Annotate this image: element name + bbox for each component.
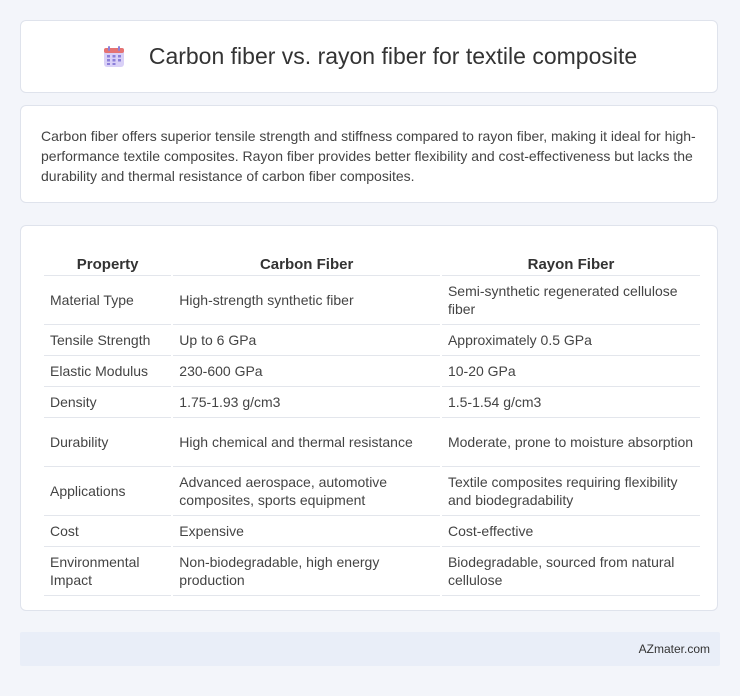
cell-rayon: Biodegradable, sourced from natural cell…: [441, 547, 700, 596]
cell-rayon: Approximately 0.5 GPa: [441, 325, 700, 356]
comparison-table: Property Carbon Fiber Rayon Fiber Materi…: [42, 243, 702, 596]
title-card: Carbon fiber vs. rayon fiber for textile…: [20, 20, 718, 93]
cell-property: Applications: [44, 467, 172, 516]
header-carbon-fiber: Carbon Fiber: [173, 243, 440, 276]
table-row: Density 1.75-1.93 g/cm3 1.5-1.54 g/cm3: [44, 387, 700, 418]
cell-carbon: Up to 6 GPa: [173, 325, 440, 356]
cell-carbon: High chemical and thermal resistance: [173, 418, 440, 467]
cell-carbon: High-strength synthetic fiber: [173, 276, 440, 325]
table-row: Material Type High-strength synthetic fi…: [44, 276, 700, 325]
cell-carbon: Expensive: [173, 516, 440, 547]
table-card: Property Carbon Fiber Rayon Fiber Materi…: [20, 225, 718, 611]
table-row: Environmental Impact Non-biodegradable, …: [44, 547, 700, 596]
cell-rayon: Cost-effective: [441, 516, 700, 547]
header-rayon-fiber: Rayon Fiber: [441, 243, 700, 276]
summary-card: Carbon fiber offers superior tensile str…: [20, 105, 718, 203]
cell-carbon: Advanced aerospace, automotive composite…: [173, 467, 440, 516]
cell-rayon: Textile composites requiring flexibility…: [441, 467, 700, 516]
table-row: Tensile Strength Up to 6 GPa Approximate…: [44, 325, 700, 356]
cell-rayon: 1.5-1.54 g/cm3: [441, 387, 700, 418]
cell-carbon: 230-600 GPa: [173, 356, 440, 387]
cell-rayon: 10-20 GPa: [441, 356, 700, 387]
footer-brand: AZmater.com: [638, 642, 710, 656]
table-header-row: Property Carbon Fiber Rayon Fiber: [44, 243, 700, 276]
cell-property: Environmental Impact: [44, 547, 172, 596]
cell-carbon: Non-biodegradable, high energy productio…: [173, 547, 440, 596]
header-property: Property: [44, 243, 172, 276]
cell-property: Tensile Strength: [44, 325, 172, 356]
footer: AZmater.com: [20, 632, 720, 666]
table-row: Durability High chemical and thermal res…: [44, 418, 700, 467]
cell-rayon: Moderate, prone to moisture absorption: [441, 418, 700, 467]
cell-carbon: 1.75-1.93 g/cm3: [173, 387, 440, 418]
page-title: Carbon fiber vs. rayon fiber for textile…: [148, 43, 638, 69]
table-row: Applications Advanced aerospace, automot…: [44, 467, 700, 516]
cell-property: Cost: [44, 516, 172, 547]
cell-property: Material Type: [44, 276, 172, 325]
summary-text: Carbon fiber offers superior tensile str…: [41, 128, 696, 184]
cell-property: Density: [44, 387, 172, 418]
table-row: Cost Expensive Cost-effective: [44, 516, 700, 547]
table-row: Elastic Modulus 230-600 GPa 10-20 GPa: [44, 356, 700, 387]
cell-property: Elastic Modulus: [44, 356, 172, 387]
calendar-icon: [103, 45, 124, 67]
cell-rayon: Semi-synthetic regenerated cellulose fib…: [441, 276, 700, 325]
cell-property: Durability: [44, 418, 172, 467]
